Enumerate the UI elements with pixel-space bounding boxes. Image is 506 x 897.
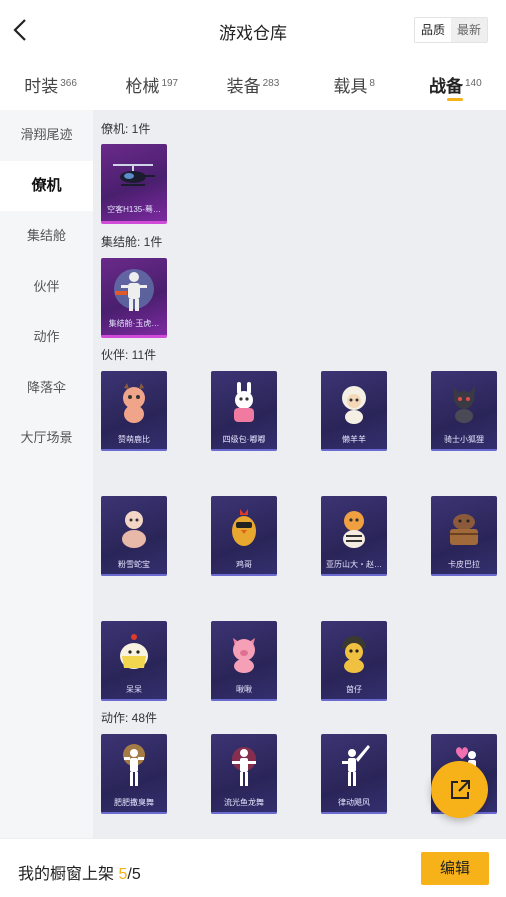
item-name: 骑士小狐狸	[444, 435, 484, 444]
item-card[interactable]: 四级包·嘟嘟	[211, 371, 277, 451]
dance-pose-icon	[101, 740, 167, 792]
rabbit-pet-icon	[211, 377, 277, 429]
tiger-duck-pet-icon	[321, 502, 387, 554]
item-card[interactable]: 空客H135-蓦…	[101, 144, 167, 224]
tab-label: 载具	[333, 77, 368, 96]
item-card[interactable]: 集结舱·玉虎…	[101, 258, 167, 338]
sidebar-item-lobby-scene[interactable]: 大厅场景	[0, 413, 93, 464]
fox-pet-icon	[431, 377, 497, 429]
item-name: 四级包·嘟嘟	[222, 435, 266, 444]
header: 游戏仓库 品质 最新	[0, 0, 506, 60]
item-name: 集结舱·玉虎…	[108, 319, 160, 328]
item-name: 粉雪蛇宝	[118, 560, 150, 569]
edit-button[interactable]: 编辑	[421, 852, 489, 885]
item-name: 亚历山大・赵…	[326, 560, 382, 569]
sidebar-item-wingman[interactable]: 僚机	[0, 160, 93, 211]
active-tab-indicator	[447, 98, 464, 101]
item-name: 茵仔	[346, 685, 362, 694]
item-card[interactable]: 骑士小狐狸	[431, 371, 497, 451]
tab-count: 8	[369, 77, 375, 89]
sheep-pet-icon	[321, 377, 387, 429]
section-title-partner: 伙伴: 11件	[101, 348, 157, 362]
item-name: 啾啾	[236, 685, 252, 694]
tab-count: 283	[262, 77, 280, 89]
tab-label: 枪械	[125, 77, 160, 96]
sidebar-item-rally-pod[interactable]: 集结舱	[0, 211, 93, 262]
item-card[interactable]: 律动飓风	[321, 734, 387, 814]
item-card[interactable]: 粉雪蛇宝	[101, 496, 167, 576]
item-name: 流光鱼龙舞	[224, 798, 264, 807]
tab-count: 366	[60, 77, 77, 89]
item-grid: 僚机: 1件 空客H135-蓦… 集结舱: 1件 集结舱·玉虎… 伙伴: 11件…	[93, 110, 506, 838]
capybara-pet-icon	[431, 502, 497, 554]
section-title-rally-pod: 集结舱: 1件	[101, 235, 163, 249]
deer-pet-icon	[101, 377, 167, 429]
helicopter-icon	[101, 150, 167, 202]
sort-quality-button[interactable]: 品质	[415, 18, 451, 42]
tab-count: 140	[465, 77, 482, 89]
item-card[interactable]: 鸡哥	[211, 496, 277, 576]
sidebar-item-partner[interactable]: 伙伴	[0, 262, 93, 313]
item-name: 呆呆	[126, 685, 142, 694]
item-card[interactable]: 亚历山大・赵…	[321, 496, 387, 576]
tab-label: 战备	[429, 77, 463, 96]
chick-pet-icon	[101, 627, 167, 679]
tab-combat-prep[interactable]: 战备 140	[405, 60, 506, 110]
item-name: 律动飓风	[338, 798, 370, 807]
showcase-bar: 我的橱窗上架 5/5 编辑	[0, 838, 506, 897]
item-name: 赞萌鹿比	[118, 435, 150, 444]
sort-newest-button[interactable]: 最新	[451, 18, 487, 42]
section-title-action: 动作: 48件	[101, 711, 158, 725]
sidebar-item-action[interactable]: 动作	[0, 312, 93, 363]
tab-guns[interactable]: 枪械 197	[101, 60, 202, 110]
section-title-wingman: 僚机: 1件	[101, 122, 151, 136]
item-card[interactable]: 啾啾	[211, 621, 277, 701]
helmet-chick-pet-icon	[321, 627, 387, 679]
showcase-total: 5	[131, 866, 141, 883]
item-card[interactable]: 卡皮巴拉	[431, 496, 497, 576]
item-card[interactable]: 赞萌鹿比	[101, 371, 167, 451]
item-name: 卡皮巴拉	[448, 560, 480, 569]
item-card[interactable]: 茵仔	[321, 621, 387, 701]
tab-count: 197	[161, 77, 179, 89]
tab-equipment[interactable]: 装备 283	[202, 60, 303, 110]
external-link-icon	[450, 779, 470, 799]
item-card[interactable]: 懒羊羊	[321, 371, 387, 451]
item-name: 空客H135-蓦…	[107, 205, 161, 214]
item-card[interactable]: 呆呆	[101, 621, 167, 701]
showcase-label: 我的橱窗上架	[18, 866, 119, 883]
sort-toggle: 品质 最新	[414, 17, 488, 43]
item-card[interactable]: 肥肥撒臭舞	[101, 734, 167, 814]
sidebar: 滑翔尾迹 僚机 集结舱 伙伴 动作 降落伞 大厅场景	[0, 110, 93, 838]
snake-pet-icon	[101, 502, 167, 554]
item-name: 鸡哥	[236, 560, 252, 569]
tab-label: 时装	[24, 77, 59, 96]
sidebar-item-glide-trail[interactable]: 滑翔尾迹	[0, 110, 93, 161]
category-tabs: 时装 366 枪械 197 装备 283 载具 8 战备 140	[0, 60, 506, 110]
hurricane-pose-icon	[321, 740, 387, 792]
pig-pet-icon	[211, 627, 277, 679]
item-card[interactable]: 流光鱼龙舞	[211, 734, 277, 814]
item-name: 懒羊羊	[342, 435, 366, 444]
chicken-pet-icon	[211, 502, 277, 554]
showcase-count: 我的橱窗上架 5/5	[18, 860, 141, 884]
sidebar-item-parachute[interactable]: 降落伞	[0, 363, 93, 414]
share-button[interactable]	[431, 761, 488, 818]
tab-label: 装备	[226, 77, 261, 96]
dragon-dance-pose-icon	[211, 740, 277, 792]
tab-fashion[interactable]: 时装 366	[0, 60, 101, 110]
rally-pod-figure-icon	[101, 264, 167, 316]
item-name: 肥肥撒臭舞	[114, 798, 154, 807]
tab-vehicles[interactable]: 载具 8	[304, 60, 405, 110]
